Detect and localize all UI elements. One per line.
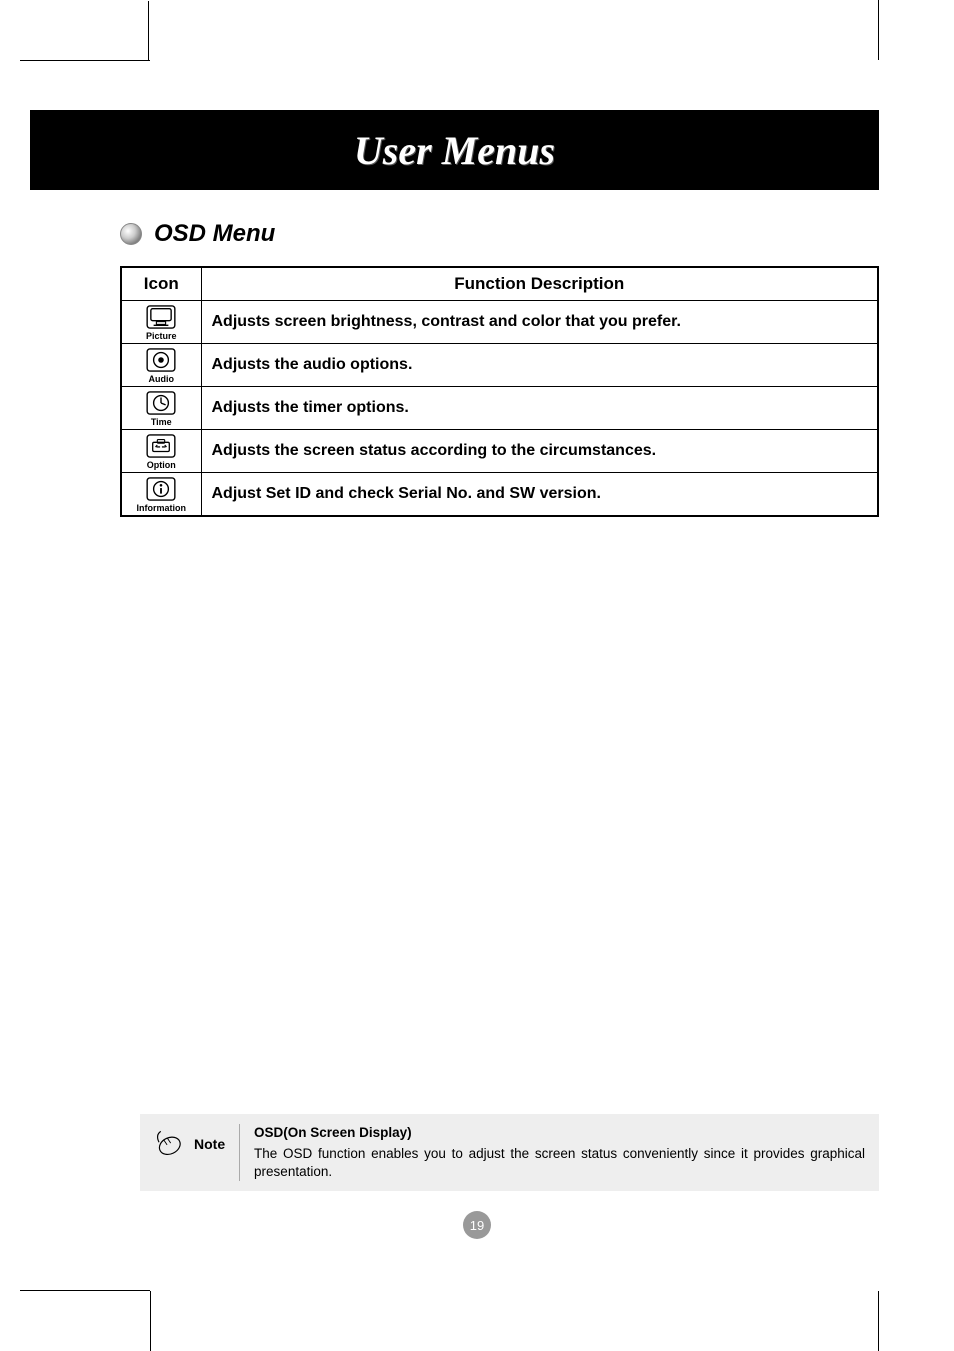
desc-cell: Adjusts the timer options. xyxy=(201,387,878,430)
icon-label: Time xyxy=(151,417,172,427)
audio-icon xyxy=(146,348,176,372)
icon-cell-audio: Audio xyxy=(121,344,201,387)
icon-label: Information xyxy=(137,503,187,513)
desc-cell: Adjusts screen brightness, contrast and … xyxy=(201,301,878,344)
table-row: Picture Adjusts screen brightness, contr… xyxy=(121,301,878,344)
icon-cell-information: Information xyxy=(121,473,201,517)
table-row: Audio Adjusts the audio options. xyxy=(121,344,878,387)
note-divider xyxy=(239,1124,240,1181)
note-body: OSD(On Screen Display) The OSD function … xyxy=(254,1124,865,1181)
mouse-icon xyxy=(150,1126,186,1162)
table-row: Time Adjusts the timer options. xyxy=(121,387,878,430)
table-row: Information Adjust Set ID and check Seri… xyxy=(121,473,878,517)
picture-icon xyxy=(146,305,176,329)
col-header-desc: Function Description xyxy=(201,267,878,301)
desc-cell: Adjust Set ID and check Serial No. and S… xyxy=(201,473,878,517)
desc-cell: Adjusts the screen status according to t… xyxy=(201,430,878,473)
page-title-bar: User Menus xyxy=(30,110,879,190)
note-icon-wrap: Note xyxy=(150,1124,225,1162)
section-header: OSD Menu xyxy=(120,220,879,248)
option-icon xyxy=(146,434,176,458)
time-icon xyxy=(146,391,176,415)
table-header-row: Icon Function Description xyxy=(121,267,878,301)
icon-cell-option: Option xyxy=(121,430,201,473)
icon-label: Audio xyxy=(149,374,175,384)
icon-label: Option xyxy=(147,460,176,470)
section-title: OSD Menu xyxy=(154,220,275,248)
crop-mark xyxy=(878,0,879,60)
icon-cell-picture: Picture xyxy=(121,301,201,344)
note-label: Note xyxy=(194,1136,225,1152)
osd-table: Icon Function Description xyxy=(120,266,879,517)
crop-mark xyxy=(878,1291,879,1351)
page-content: User Menus OSD Menu Icon Function Descri… xyxy=(0,60,954,1291)
osd-section: OSD Menu Icon Function Description xyxy=(120,220,879,517)
page-number-value: 19 xyxy=(470,1218,484,1233)
page-title: User Menus xyxy=(354,127,555,174)
page-number: 19 xyxy=(463,1211,491,1239)
icon-label: Picture xyxy=(146,331,177,341)
desc-cell: Adjusts the audio options. xyxy=(201,344,878,387)
note-box: Note OSD(On Screen Display) The OSD func… xyxy=(140,1114,879,1191)
information-icon xyxy=(146,477,176,501)
col-header-icon: Icon xyxy=(121,267,201,301)
bullet-icon xyxy=(120,223,142,245)
note-title: OSD(On Screen Display) xyxy=(254,1124,865,1142)
table-row: Option Adjusts the screen status accordi… xyxy=(121,430,878,473)
note-text: The OSD function enables you to adjust t… xyxy=(254,1145,865,1181)
icon-cell-time: Time xyxy=(121,387,201,430)
crop-mark xyxy=(150,1291,151,1351)
